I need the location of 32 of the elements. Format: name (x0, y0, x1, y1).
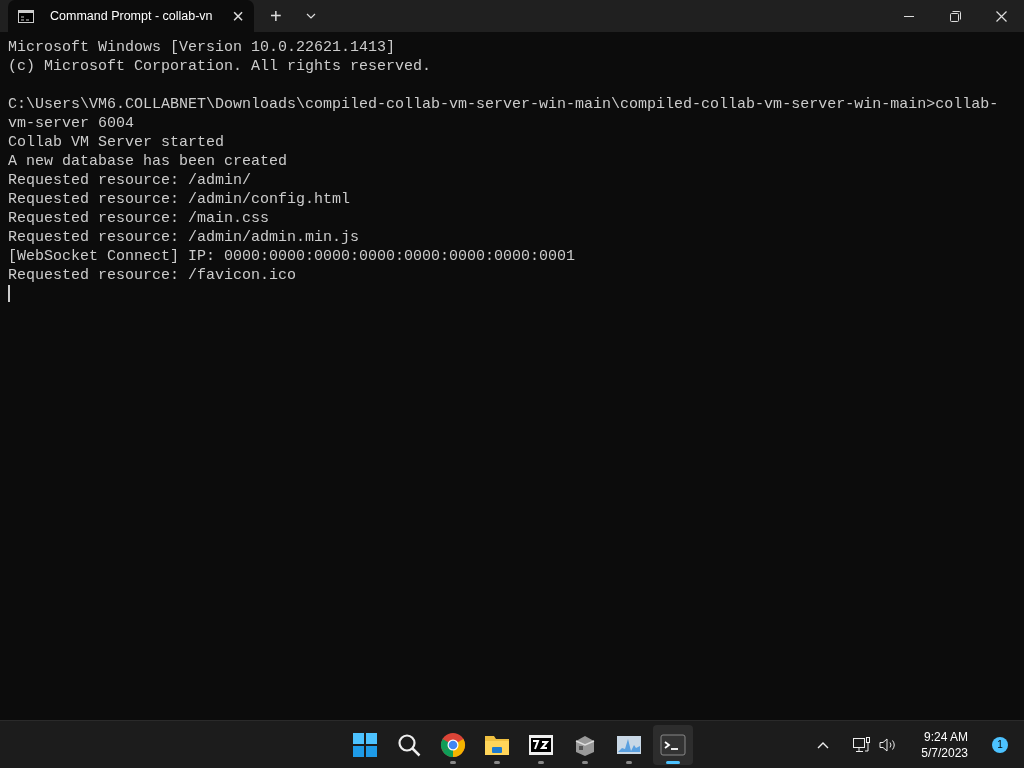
dropdown-icon[interactable] (305, 13, 316, 19)
terminal-line: C:\Users\VM6.COLLABNET\Downloads\compiled-collab-vm-server-win-main\compiled-collab-vm-server-win-main>collab- (8, 95, 1000, 114)
browser-icon (440, 731, 466, 758)
network-icon[interactable] (853, 737, 872, 753)
terminal-line: Requested resource: /main.css (8, 209, 271, 228)
clock-date: 5/7/2023 (921, 745, 968, 761)
terminal-line: Requested resource: /favicon.ico (8, 266, 298, 285)
restore-icon[interactable] (949, 10, 961, 22)
chevron-up-icon[interactable] (817, 741, 830, 749)
notification-badge[interactable]: 1 (992, 737, 1008, 753)
windows-logo-icon (352, 731, 378, 758)
terminal-line: (c) Microsoft Corporation. All rights reserved. (8, 57, 433, 76)
terminal-tab[interactable]: Command Prompt - collab-vn × (8, 0, 254, 32)
new-tab-button[interactable]: + (270, 6, 282, 26)
taskbar-app-button[interactable] (653, 724, 693, 765)
terminal-icon (660, 731, 686, 758)
terminal-line: A new database has been created (8, 152, 289, 171)
terminal-line: [WebSocket Connect] IP: 0000:0000:0000:0000:0000:0000:0000:0001 (8, 247, 577, 266)
minimize-icon[interactable] (904, 15, 914, 17)
volume-icon[interactable] (879, 737, 898, 753)
tab-title: Command Prompt - collab-vn (50, 7, 214, 25)
terminal-line: Requested resource: /admin/config.html (8, 190, 352, 209)
terminal-line: vm-server 6004 (8, 114, 136, 133)
close-tab-button[interactable]: × (232, 6, 244, 26)
terminal-line: Requested resource: /admin/ (8, 171, 253, 190)
terminal-line: Requested resource: /admin/admin.min.js (8, 228, 361, 247)
command-prompt-icon (18, 9, 34, 23)
search-icon (396, 731, 422, 758)
terminal-line: Collab VM Server started (8, 133, 226, 152)
clock-time: 9:24 AM (922, 729, 968, 745)
close-icon[interactable] (995, 10, 1007, 22)
terminal-line: Microsoft Windows [Version 10.0.22621.1413] (8, 38, 397, 57)
